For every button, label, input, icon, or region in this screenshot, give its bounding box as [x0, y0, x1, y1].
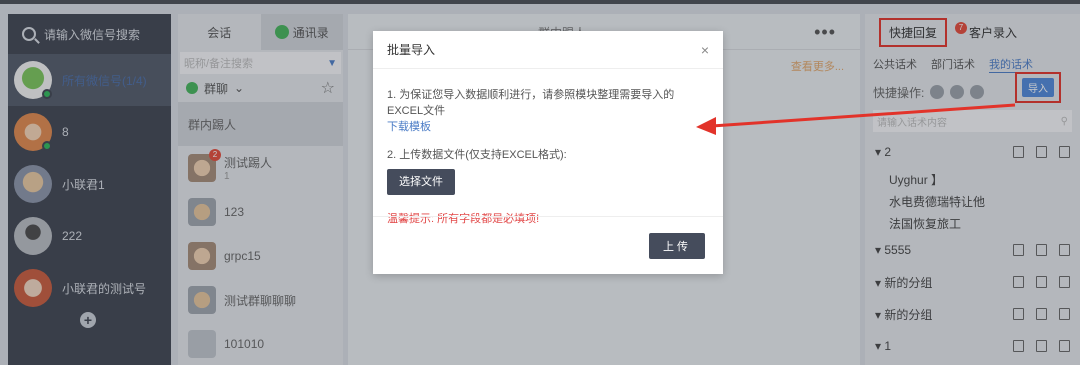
download-template-link[interactable]: 下载模板: [387, 121, 431, 133]
choose-file-button[interactable]: 选择文件: [387, 169, 455, 195]
upload-button[interactable]: 上传: [649, 233, 705, 259]
dialog-title: 批量导入: [387, 43, 436, 57]
close-icon[interactable]: ×: [701, 42, 709, 58]
dialog-header: 批量导入 ×: [373, 31, 723, 69]
batch-import-dialog: 批量导入 × 1. 为保证您导入数据顺利进行，请参照模块整理需要导入的EXCEL…: [373, 31, 723, 274]
dialog-body: 1. 为保证您导入数据顺利进行，请参照模块整理需要导入的EXCEL文件 下载模板…: [373, 69, 723, 227]
step1-text: 1. 为保证您导入数据顺利进行，请参照模块整理需要导入的EXCEL文件: [387, 89, 675, 117]
dialog-footer: 上传: [373, 216, 723, 274]
step2-text: 2. 上传数据文件(仅支持EXCEL格式):: [387, 149, 567, 161]
